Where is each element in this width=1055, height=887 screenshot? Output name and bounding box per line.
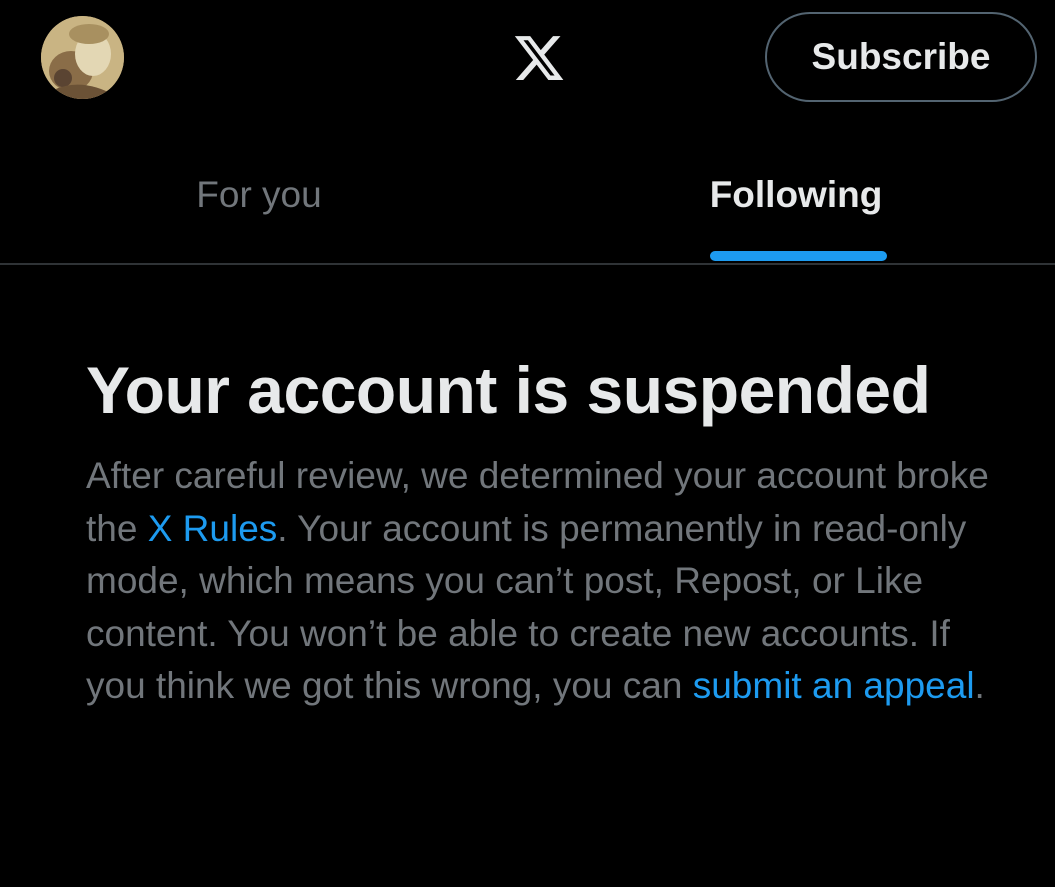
notice-title: Your account is suspended <box>86 353 931 427</box>
tab-following-label: Following <box>709 174 883 215</box>
active-tab-indicator <box>710 251 887 261</box>
avatar-image <box>41 16 124 99</box>
x-logo-icon[interactable] <box>512 31 566 85</box>
tab-following[interactable]: Following <box>537 150 1055 263</box>
submit-appeal-link[interactable]: submit an appeal <box>693 665 975 706</box>
subscribe-button[interactable]: Subscribe <box>765 12 1037 102</box>
profile-avatar[interactable] <box>41 16 124 99</box>
top-bar: Subscribe <box>0 0 1055 115</box>
timeline-tabs: For you Following <box>0 150 1055 265</box>
notice-body-text: . <box>974 665 985 706</box>
tab-for-you-label: For you <box>196 174 322 215</box>
tab-for-you[interactable]: For you <box>0 150 518 263</box>
x-rules-link[interactable]: X Rules <box>148 508 278 549</box>
notice-body: After careful review, we determined your… <box>86 450 1006 713</box>
suspension-notice: Your account is suspended After careful … <box>86 350 1016 713</box>
